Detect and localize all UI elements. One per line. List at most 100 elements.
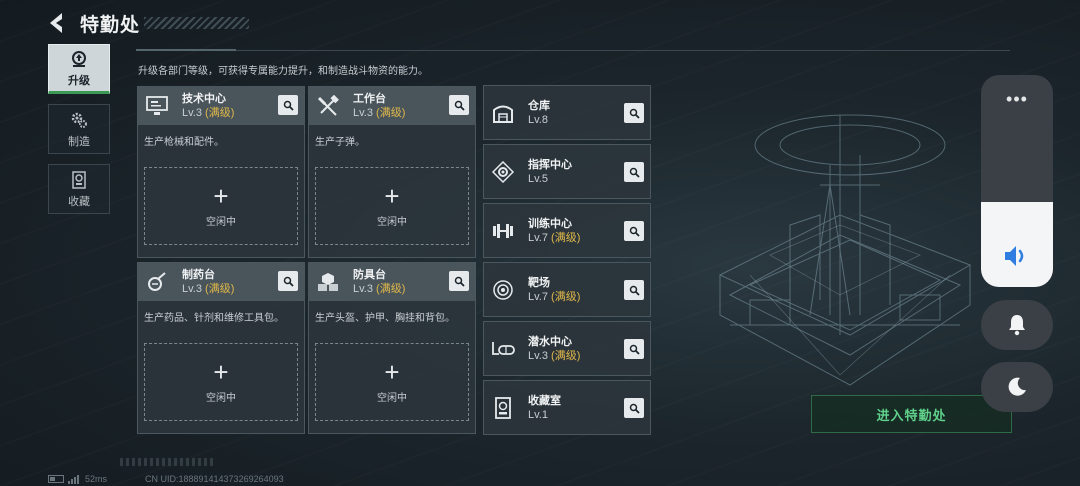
search-icon [283, 276, 294, 287]
facility-name: 靶场 [528, 276, 550, 289]
ring-mode-button[interactable] [981, 300, 1053, 350]
search-icon [629, 344, 640, 355]
status-footer: 52ms [48, 474, 107, 484]
base-hologram-scene [718, 114, 972, 386]
tab-collection[interactable]: 收藏 [48, 164, 110, 214]
inspect-button[interactable] [278, 271, 298, 291]
facility-name: 指挥中心 [528, 158, 572, 171]
speaker-icon [1003, 243, 1033, 269]
production-slot[interactable]: + 空闲中 [315, 343, 469, 421]
inspect-button[interactable] [278, 95, 298, 115]
inspect-button[interactable] [624, 162, 644, 182]
header: 特勤处 [46, 8, 250, 38]
more-options-icon[interactable]: ••• [981, 89, 1053, 110]
search-icon [629, 226, 640, 237]
facility-level: Lv.7 (满级) [528, 231, 581, 244]
tab-collection-label: 收藏 [68, 195, 90, 208]
workshop-name: 制药台 [182, 269, 215, 281]
footer-decoration [120, 458, 215, 466]
production-slot[interactable]: + 空闲中 [144, 167, 298, 245]
workshop-description: 生产药品、针剂和维修工具包。 [144, 313, 284, 324]
page-description: 升级各部门等级，可获得专属能力提升，和制造战斗物资的能力。 [138, 66, 428, 77]
workshop-name: 技术中心 [182, 93, 226, 105]
inspect-button[interactable] [449, 95, 469, 115]
workshop-description: 生产子弹。 [315, 137, 365, 148]
ping-readout: 52ms [85, 474, 108, 484]
slot-status: 空闲中 [206, 216, 236, 228]
workshop-card-header: 制药台 Lv.3 (满级) [138, 263, 304, 301]
dumbbell-icon [490, 218, 516, 244]
facility-shooting-range[interactable]: 靶场 Lv.7 (满级) [483, 262, 651, 317]
workshop-description: 生产枪械和配件。 [144, 137, 224, 148]
tab-upgrade[interactable]: 升级 [48, 44, 110, 94]
facility-level: Lv.3 (满级) [528, 349, 581, 362]
collection-room-icon [490, 395, 516, 421]
slot-status: 空闲中 [377, 216, 407, 228]
back-arrow-icon[interactable] [46, 11, 68, 35]
user-uid: CN UID:188891414373269264093 [145, 474, 284, 484]
armor-icon [315, 269, 341, 295]
facility-training-center[interactable]: 训练中心 Lv.7 (满级) [483, 203, 651, 258]
search-icon [629, 167, 640, 178]
target-icon [490, 277, 516, 303]
search-icon [454, 100, 465, 111]
tools-icon [315, 93, 341, 119]
workshop-name: 工作台 [353, 93, 386, 105]
side-tabs: 升级 制造 收藏 [48, 44, 110, 224]
facility-command-center[interactable]: 指挥中心 Lv.5 [483, 144, 651, 199]
volume-panel[interactable]: ••• [981, 75, 1053, 287]
facility-level: Lv.8 [528, 113, 548, 126]
workshop-card-header: 防具台 Lv.3 (满级) [309, 263, 475, 301]
signal-icon [68, 474, 79, 484]
inspect-button[interactable] [624, 221, 644, 241]
plus-icon: + [384, 356, 400, 387]
title-decoration [144, 17, 250, 29]
production-slot[interactable]: + 空闲中 [144, 343, 298, 421]
gears-icon [68, 110, 90, 130]
workshop-level: Lv.3 (满级) [182, 283, 235, 295]
inspect-button[interactable] [624, 339, 644, 359]
inspect-button[interactable] [624, 103, 644, 123]
bell-icon [1009, 315, 1025, 336]
workshop-card-pharmacy[interactable]: 制药台 Lv.3 (满级) 生产药品、针剂和维修工具包。 + 空闲中 [137, 262, 305, 434]
workshop-card-tech-center[interactable]: 技术中心 Lv.3 (满级) 生产枪械和配件。 + 空闲中 [137, 86, 305, 258]
header-divider-accent [136, 49, 236, 51]
battery-icon [48, 475, 64, 483]
search-icon [283, 100, 294, 111]
facility-level: Lv.7 (满级) [528, 290, 581, 303]
workshop-card-armor-bench[interactable]: 防具台 Lv.3 (满级) 生产头盔、护甲、胸挂和背包。 + 空闲中 [308, 262, 476, 434]
inspect-button[interactable] [449, 271, 469, 291]
inspect-button[interactable] [624, 280, 644, 300]
workshop-level: Lv.3 (满级) [182, 107, 235, 119]
search-icon [454, 276, 465, 287]
workshop-card-header: 技术中心 Lv.3 (满级) [138, 87, 304, 125]
plus-icon: + [213, 356, 229, 387]
facility-name: 仓库 [528, 99, 550, 112]
facility-collection-room[interactable]: 收藏室 Lv.1 [483, 380, 651, 435]
pharmacy-icon [144, 269, 170, 295]
search-icon [629, 108, 640, 119]
facility-name: 收藏室 [528, 394, 561, 407]
facility-diving-center[interactable]: 潜水中心 Lv.3 (满级) [483, 321, 651, 376]
facility-warehouse[interactable]: 仓库 Lv.8 [483, 85, 651, 140]
page-title: 特勤处 [80, 14, 141, 36]
collection-icon [68, 170, 90, 190]
production-slot[interactable]: + 空闲中 [315, 167, 469, 245]
workshop-description: 生产头盔、护甲、胸挂和背包。 [315, 313, 455, 324]
workshop-level: Lv.3 (满级) [353, 283, 406, 295]
inspect-button[interactable] [624, 398, 644, 418]
facility-name: 潜水中心 [528, 335, 572, 348]
plus-icon: + [213, 180, 229, 211]
tab-manufacture-label: 制造 [68, 135, 90, 148]
workshop-card-header: 工作台 Lv.3 (满级) [309, 87, 475, 125]
enter-special-ops-button[interactable]: 进入特勤处 [811, 395, 1012, 433]
tab-upgrade-label: 升级 [68, 74, 90, 87]
search-icon [629, 285, 640, 296]
dark-mode-button[interactable] [981, 362, 1053, 412]
workshop-card-workbench[interactable]: 工作台 Lv.3 (满级) 生产子弹。 + 空闲中 [308, 86, 476, 258]
header-divider [136, 50, 1010, 51]
diving-icon [490, 336, 516, 362]
workshop-name: 防具台 [353, 269, 386, 281]
tab-manufacture[interactable]: 制造 [48, 104, 110, 154]
upgrade-icon [68, 49, 90, 69]
